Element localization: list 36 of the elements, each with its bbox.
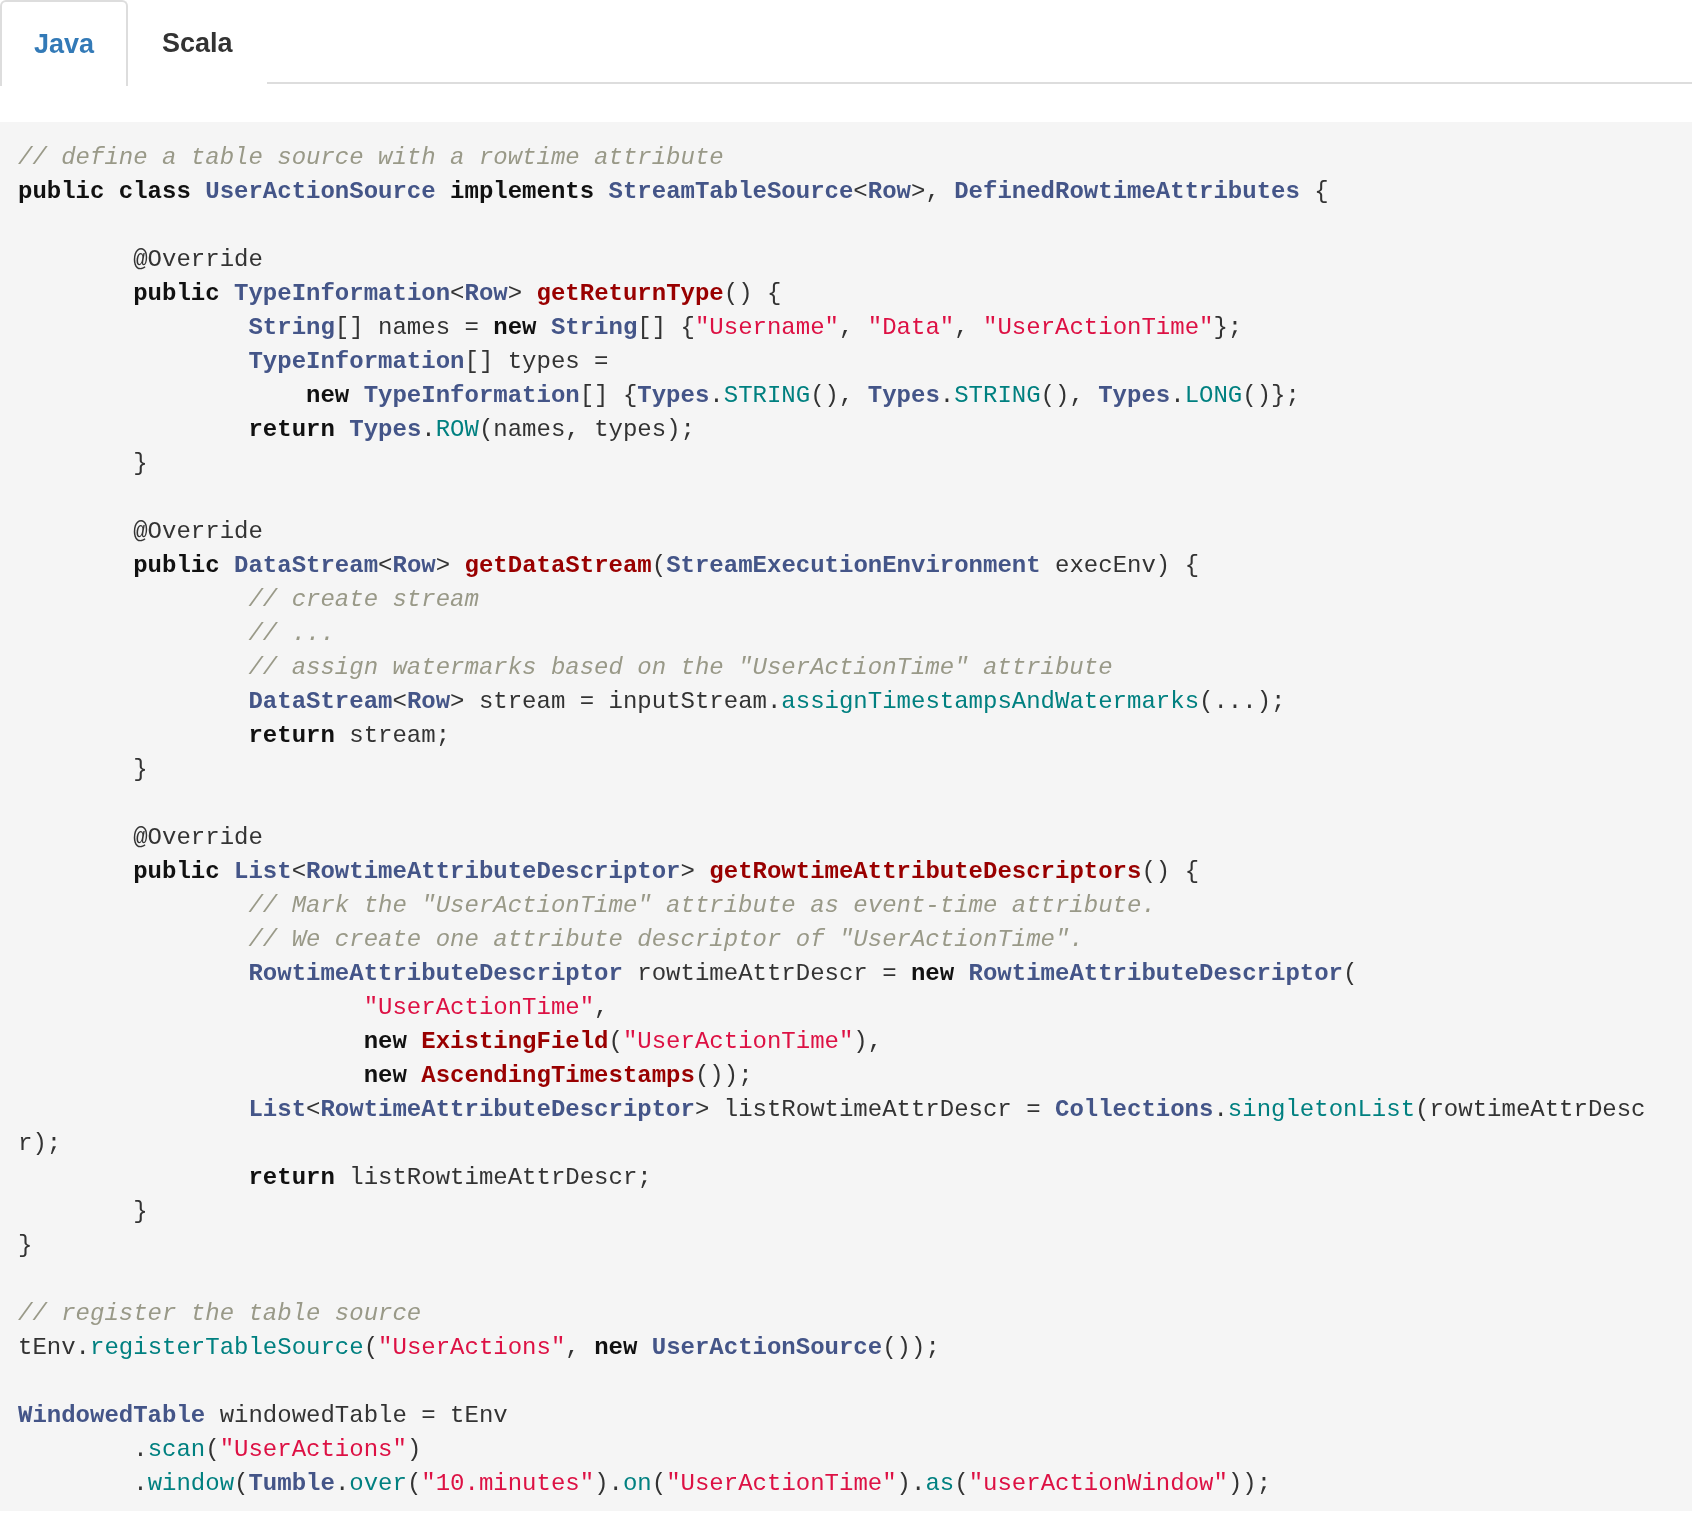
code-line: } <box>133 1197 148 1227</box>
code-line: public List<RowtimeAttributeDescriptor> getRowtimeAttributeDescriptors() { <box>133 857 1200 887</box>
code-line: r); <box>18 1129 62 1159</box>
code-line: TypeInformation[] types = <box>248 347 609 377</box>
code-line: new ExistingField("UserActionTime"), <box>363 1027 883 1057</box>
code-line: public class UserActionSource implements StreamTableSource<Row>, DefinedRowtimeAttributes { <box>18 177 1329 207</box>
code-comment: // ... <box>248 619 335 649</box>
code-line: .window(Tumble.over("10.minutes").on("UserActionTime").as("userActionWindow")); <box>133 1469 1272 1499</box>
code-comment: // We create one attribute descriptor of "UserActionTime". <box>248 925 1084 955</box>
code-comment: // assign watermarks based on the "UserActionTime" attribute <box>248 653 1113 683</box>
code-comment: // register the table source <box>18 1299 422 1329</box>
code-line: return stream; <box>248 721 451 751</box>
code-line: new AscendingTimestamps()); <box>363 1061 753 1091</box>
code-line: List<RowtimeAttributeDescriptor> listRowtimeAttrDescr = Collections.singletonList(rowtimeAttrDesc <box>248 1095 1646 1125</box>
code-line: return Types.ROW(names, types); <box>248 415 695 445</box>
code-line: new TypeInformation[] {Types.STRING(), Types.STRING(), Types.LONG()}; <box>306 381 1300 411</box>
code-line: RowtimeAttributeDescriptor rowtimeAttrDescr = new RowtimeAttributeDescriptor( <box>248 959 1358 989</box>
code-line: String[] names = new String[] {"Username", "Data", "UserActionTime"}; <box>248 313 1243 343</box>
code-line: .scan("UserActions") <box>133 1435 422 1465</box>
code-line: } <box>18 1231 33 1261</box>
code-line: @Override <box>133 517 263 547</box>
tab[interactable]: Java <box>0 0 129 86</box>
code-line: @Override <box>133 245 263 275</box>
code-line: public DataStream<Row> getDataStream(StreamExecutionEnvironment execEnv) { <box>133 551 1200 581</box>
code-line: public TypeInformation<Row> getReturnType() { <box>133 279 782 309</box>
code-line: @Override <box>133 823 263 853</box>
code-comment: // create stream <box>248 585 479 615</box>
code-line: return listRowtimeAttrDescr; <box>248 1163 652 1193</box>
code-line: WindowedTable windowedTable = tEnv <box>18 1401 508 1431</box>
code-comment: // Mark the "UserActionTime" attribute as event-time attribute. <box>248 891 1156 921</box>
code-line: } <box>133 755 148 785</box>
code-line: DataStream<Row> stream = inputStream.assignTimestampsAndWatermarks(...); <box>248 687 1286 717</box>
code-comment: // define a table source with a rowtime attribute <box>18 143 724 173</box>
code-line: tEnv.registerTableSource("UserActions", new UserActionSource()); <box>18 1333 940 1363</box>
code-line: "UserActionTime", <box>363 993 609 1023</box>
code-line: } <box>133 449 148 479</box>
